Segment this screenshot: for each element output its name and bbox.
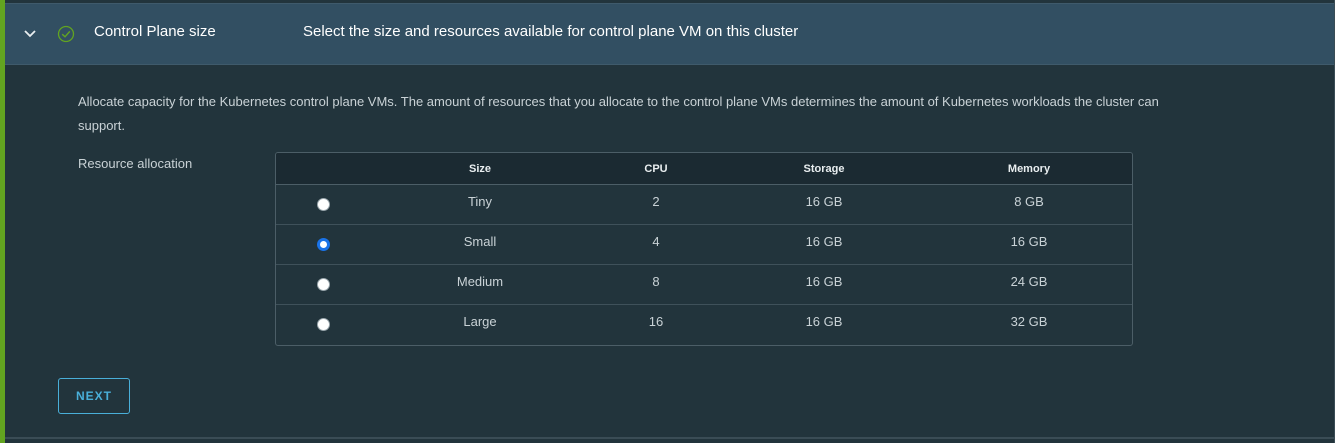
intro-text: Allocate capacity for the Kubernetes con… <box>78 94 1159 133</box>
radio-tiny[interactable] <box>317 198 330 211</box>
step-description: Select the size and resources available … <box>303 23 799 40</box>
cell-memory: 32 GB <box>1010 314 1048 329</box>
chevron-down-icon[interactable] <box>22 25 38 41</box>
radio-small[interactable] <box>317 238 330 251</box>
step-header[interactable]: Control Plane size Select the size and r… <box>5 3 1334 65</box>
next-button[interactable]: NEXT <box>58 378 130 414</box>
column-header-memory: Memory <box>1007 163 1051 175</box>
cell-memory: 16 GB <box>1010 234 1048 249</box>
resource-allocation-table: Size CPU Storage Memory Tiny 2 16 GB 8 G… <box>275 152 1133 346</box>
step-title: Control Plane size <box>94 23 216 40</box>
control-plane-size-panel: Control Plane size Select the size and r… <box>0 0 1335 443</box>
check-circle-icon <box>57 25 75 43</box>
cell-size: Medium <box>456 274 504 289</box>
cell-memory: 24 GB <box>1010 274 1048 289</box>
cell-memory: 8 GB <box>1014 194 1044 209</box>
panel-divider <box>5 437 1334 439</box>
cell-size: Large <box>463 314 497 329</box>
column-header-size: Size <box>468 163 492 175</box>
radio-large[interactable] <box>317 318 330 331</box>
cell-storage: 16 GB <box>805 274 843 289</box>
cell-cpu: 8 <box>652 274 660 289</box>
cell-cpu: 16 <box>648 314 664 329</box>
column-header-cpu: CPU <box>644 163 668 175</box>
cell-storage: 16 GB <box>805 234 843 249</box>
cell-cpu: 2 <box>652 194 660 209</box>
table-row-large[interactable]: Large 16 16 GB 32 GB <box>276 305 1132 345</box>
column-header-storage: Storage <box>803 163 845 175</box>
cell-size: Tiny <box>467 194 493 209</box>
cell-cpu: 4 <box>652 234 660 249</box>
radio-medium[interactable] <box>317 278 330 291</box>
table-row-small[interactable]: Small 4 16 GB 16 GB <box>276 225 1132 265</box>
table-row-tiny[interactable]: Tiny 2 16 GB 8 GB <box>276 185 1132 225</box>
cell-size: Small <box>463 234 497 249</box>
cell-storage: 16 GB <box>805 194 843 209</box>
resource-allocation-label: Resource allocation <box>78 156 193 171</box>
table-row-medium[interactable]: Medium 8 16 GB 24 GB <box>276 265 1132 305</box>
cell-storage: 16 GB <box>805 314 843 329</box>
table-header: Size CPU Storage Memory <box>276 153 1132 185</box>
